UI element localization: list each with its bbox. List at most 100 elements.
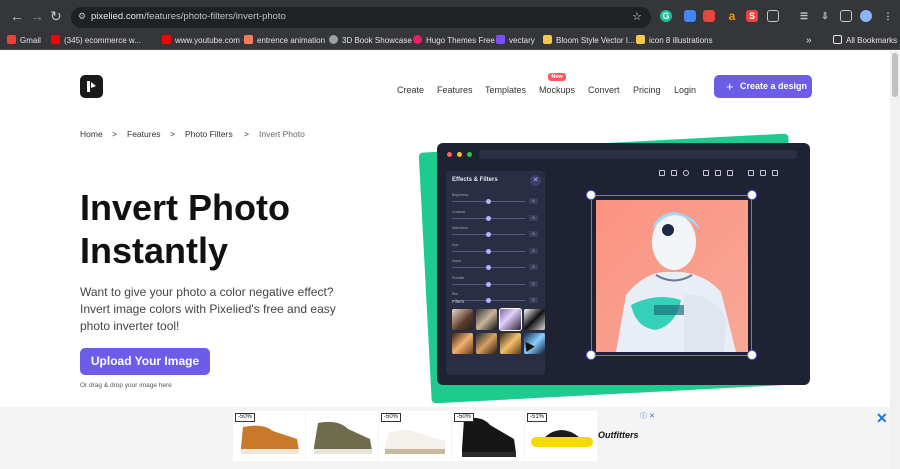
breadcrumb-features[interactable]: Features <box>127 129 161 139</box>
slider-track[interactable] <box>452 248 525 254</box>
nav-templates[interactable]: Templates <box>485 85 526 95</box>
slider-track[interactable] <box>452 215 525 221</box>
nav-convert[interactable]: Convert <box>588 85 620 95</box>
nav-login[interactable]: Login <box>674 85 696 95</box>
duplicate-icon[interactable] <box>671 170 677 176</box>
slider-value[interactable]: 0 <box>529 280 538 287</box>
discount-badge: -50% <box>454 413 475 422</box>
layer-icon[interactable] <box>659 170 665 176</box>
bookmark-hugo-themes[interactable]: Hugo Themes Free <box>413 35 495 47</box>
grammarly-extension-icon[interactable]: G <box>660 10 672 22</box>
ad-info-icon[interactable]: ⓘ ✕ <box>640 411 655 421</box>
slider-label: Brightness <box>452 193 469 197</box>
filter-thumbnail[interactable] <box>452 309 473 330</box>
filter-thumbnail[interactable] <box>500 333 521 354</box>
selection-frame[interactable] <box>591 195 752 356</box>
slider-value[interactable]: 0 <box>529 247 538 254</box>
slider-track[interactable] <box>452 265 525 270</box>
back-arrow-icon[interactable]: ← <box>10 9 24 23</box>
forward-arrow-icon[interactable]: → <box>30 9 44 23</box>
slider-track[interactable] <box>452 281 525 287</box>
ad-product-card[interactable]: -51% <box>525 411 597 461</box>
reload-icon[interactable]: ↻ <box>50 9 62 23</box>
browser-toolbar: ← → ↻ ⚙ pixelied.com/features/photo-filt… <box>0 0 900 33</box>
profile-avatar-icon[interactable] <box>860 10 872 22</box>
discount-badge: -51% <box>527 413 548 422</box>
slider-knob[interactable] <box>486 265 491 270</box>
nav-features[interactable]: Features <box>437 85 473 95</box>
slider-value[interactable]: 0 <box>529 214 538 221</box>
breadcrumb-home[interactable]: Home <box>80 129 103 139</box>
nav-mockups[interactable]: Mockups <box>539 85 575 95</box>
chrome-menu-icon[interactable]: ⋮ <box>882 10 894 22</box>
slider-value[interactable]: 0 <box>529 264 538 270</box>
trash-icon[interactable] <box>772 170 778 176</box>
filter-thumbnail[interactable] <box>476 309 497 330</box>
close-icon[interactable]: ✕ <box>530 175 541 186</box>
ad-product-card[interactable]: -50% <box>452 411 524 461</box>
ad-brand-logo[interactable]: Outfitters <box>598 430 639 440</box>
filter-thumbnail[interactable] <box>452 333 473 354</box>
amazon-extension-icon[interactable]: a <box>726 10 738 22</box>
address-bar[interactable]: ⚙ pixelied.com/features/photo-filters/in… <box>71 7 651 28</box>
slider-knob[interactable] <box>486 232 491 237</box>
slider-knob[interactable] <box>486 298 491 303</box>
bookmark-icon8[interactable]: icon 8 illustrations <box>636 35 713 47</box>
bookmark-entrence-animation[interactable]: entrence animation <box>244 35 325 47</box>
site-settings-icon[interactable]: ⚙ <box>78 11 86 22</box>
bookmark-gmail[interactable]: Gmail <box>7 35 41 47</box>
shoe-image <box>314 421 372 454</box>
more-bookmarks-button[interactable]: » <box>806 35 812 47</box>
slider-value[interactable]: 0 <box>529 198 538 204</box>
filter-thumbnail[interactable] <box>476 333 497 354</box>
flip-icon[interactable] <box>727 170 733 176</box>
bookmark-youtube-ecommerce[interactable]: (345) ecommerce w... <box>51 35 141 47</box>
copy-icon[interactable] <box>760 170 766 176</box>
close-ad-icon[interactable]: ✕ <box>876 410 888 427</box>
new-badge: New <box>548 73 566 81</box>
ad-product-card[interactable] <box>306 411 378 461</box>
slider-knob[interactable] <box>486 248 491 254</box>
ad-product-card[interactable]: -50% <box>379 411 451 461</box>
pixelied-logo[interactable] <box>80 75 103 98</box>
move-icon[interactable] <box>703 170 709 176</box>
s-extension-icon[interactable]: S <box>746 10 758 22</box>
extension-icon[interactable] <box>684 10 696 22</box>
slider-value[interactable]: 0 <box>529 297 538 303</box>
discount-badge: -50% <box>235 413 256 422</box>
scrollbar-thumb[interactable] <box>892 53 898 97</box>
reading-list-icon[interactable]: ☰ <box>798 10 810 22</box>
breadcrumb-photo-filters[interactable]: Photo Filters <box>185 129 233 139</box>
bookmark-vectary[interactable]: vectary <box>496 35 535 47</box>
download-icon[interactable]: ⇩ <box>819 10 831 22</box>
filter-thumbnail-selected[interactable] <box>499 308 522 331</box>
bookmark-bloom-style[interactable]: Bloom Style Vector I... <box>543 35 635 47</box>
bookmark-youtube[interactable]: www.youtube.com <box>162 35 240 47</box>
slider-knob[interactable] <box>486 215 491 221</box>
scrollbar[interactable] <box>890 51 900 469</box>
resize-handle[interactable] <box>747 350 757 360</box>
filter-thumbnail[interactable] <box>524 309 545 330</box>
slider-knob[interactable] <box>486 199 491 204</box>
stack-icon[interactable] <box>715 170 721 176</box>
resize-handle[interactable] <box>586 350 596 360</box>
upload-image-button[interactable]: Upload Your Image <box>80 348 210 375</box>
slider-track[interactable] <box>452 232 525 237</box>
all-bookmarks-button[interactable]: All Bookmarks <box>833 35 897 47</box>
create-design-button[interactable]: + Create a design <box>714 75 812 98</box>
lock-icon[interactable] <box>748 170 754 176</box>
slider-track[interactable] <box>452 199 525 204</box>
mask-icon[interactable] <box>683 170 689 176</box>
side-panel-icon[interactable] <box>840 10 852 22</box>
ad-product-card[interactable]: -50% <box>233 411 305 461</box>
slider-value[interactable]: 0 <box>529 231 538 237</box>
record-extension-icon[interactable] <box>703 10 715 22</box>
nav-pricing[interactable]: Pricing <box>633 85 661 95</box>
resize-handle[interactable] <box>747 190 757 200</box>
bookmark-3d-book[interactable]: 3D Book Showcase <box>329 35 412 47</box>
slider-knob[interactable] <box>486 281 491 287</box>
bookmark-star-icon[interactable]: ☆ <box>632 10 642 23</box>
resize-handle[interactable] <box>586 190 596 200</box>
extensions-puzzle-icon[interactable] <box>767 10 779 22</box>
nav-create[interactable]: Create <box>397 85 424 95</box>
